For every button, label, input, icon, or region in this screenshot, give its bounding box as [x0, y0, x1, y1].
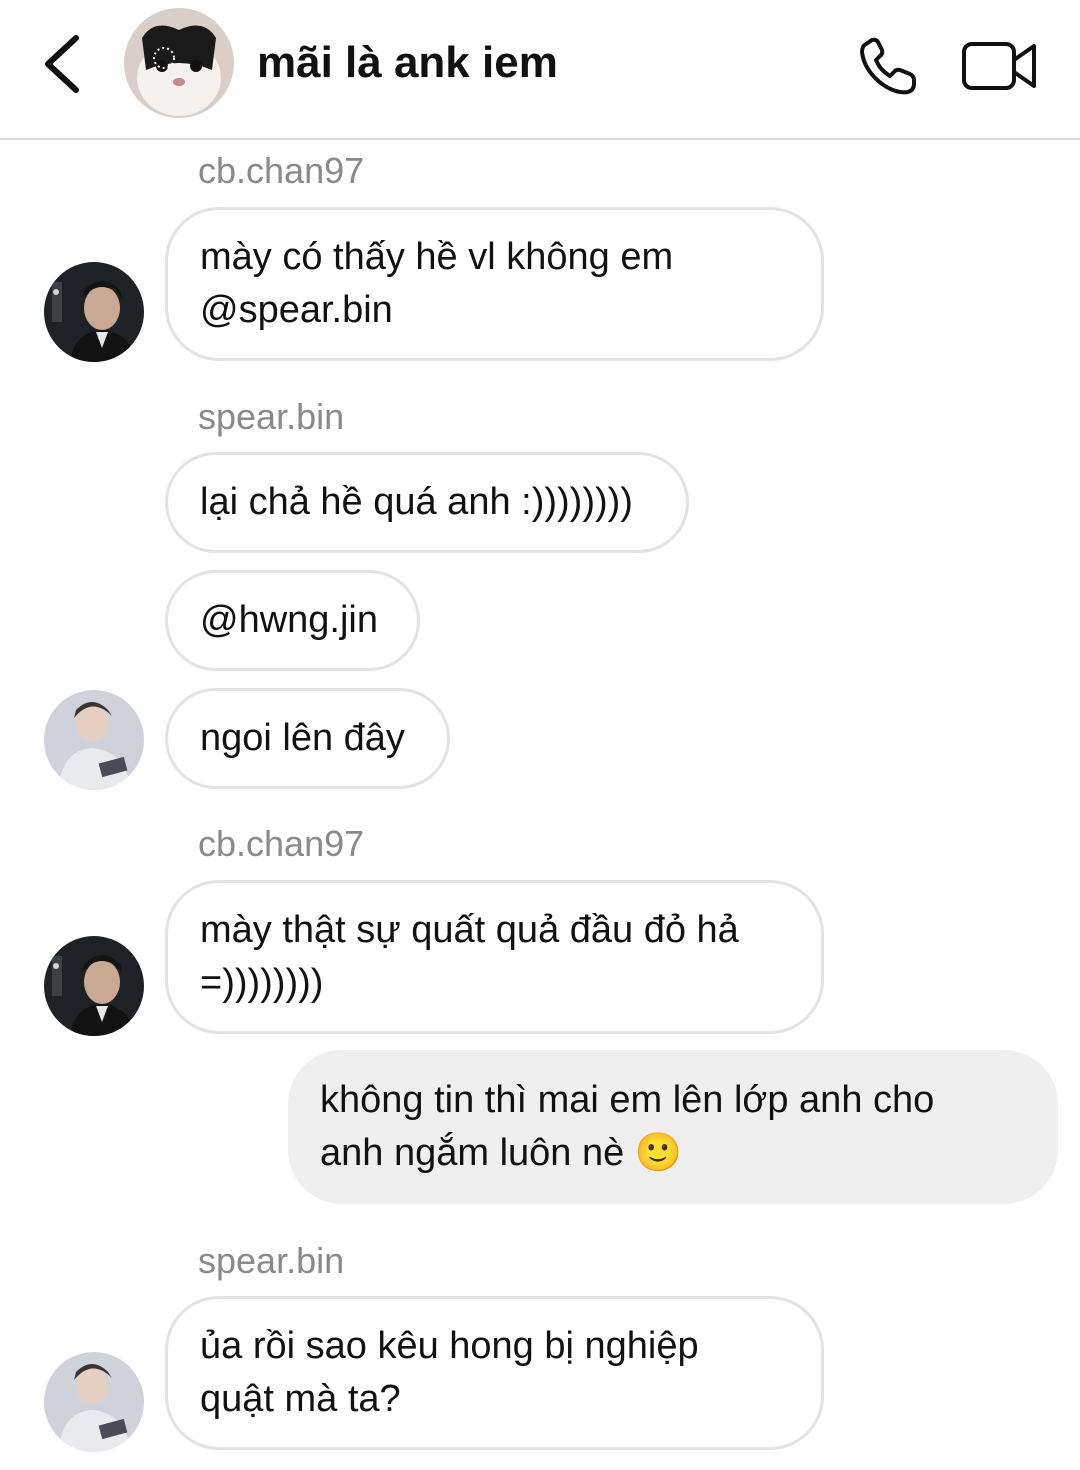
cat-avatar-image	[124, 8, 234, 118]
sender-name: spear.bin	[198, 1240, 345, 1281]
sender-name: cb.chan97	[198, 823, 365, 864]
phone-icon	[860, 37, 916, 95]
message-bubble[interactable]: lại chả hề quá anh :))))))))	[165, 452, 689, 553]
avatar-cb-chan97[interactable]	[44, 262, 144, 362]
outgoing-message-bubble[interactable]: không tin thì mai em lên lớp anh cho anh…	[288, 1050, 1058, 1204]
back-button[interactable]	[36, 30, 96, 100]
chat-header: mãi là ank iem	[0, 0, 1080, 140]
sender-name: cb.chan97	[198, 150, 365, 191]
chat-title: mãi là ank iem	[257, 38, 558, 87]
audio-call-button[interactable]	[856, 36, 920, 96]
video-camera-icon	[962, 42, 1036, 90]
message-bubble[interactable]: ngoi lên đây	[165, 688, 450, 789]
video-call-button[interactable]	[960, 36, 1040, 96]
avatar-spear-bin[interactable]	[44, 1352, 144, 1452]
message-bubble[interactable]: ủa rồi sao kêu hong bị nghiệp quật mà ta…	[165, 1296, 824, 1450]
avatar-spear-bin[interactable]	[44, 690, 144, 790]
message-bubble[interactable]: mày thật sự quất quả đầu đỏ hả =))))))))	[165, 880, 824, 1034]
avatar-cb-chan97[interactable]	[44, 936, 144, 1036]
chevron-left-icon	[45, 35, 79, 93]
message-bubble[interactable]: @hwng.jin	[165, 570, 420, 671]
sender-name: spear.bin	[198, 396, 345, 437]
group-avatar[interactable]	[124, 8, 234, 118]
message-bubble[interactable]: mày có thấy hề vl không em @spear.bin	[165, 207, 824, 361]
